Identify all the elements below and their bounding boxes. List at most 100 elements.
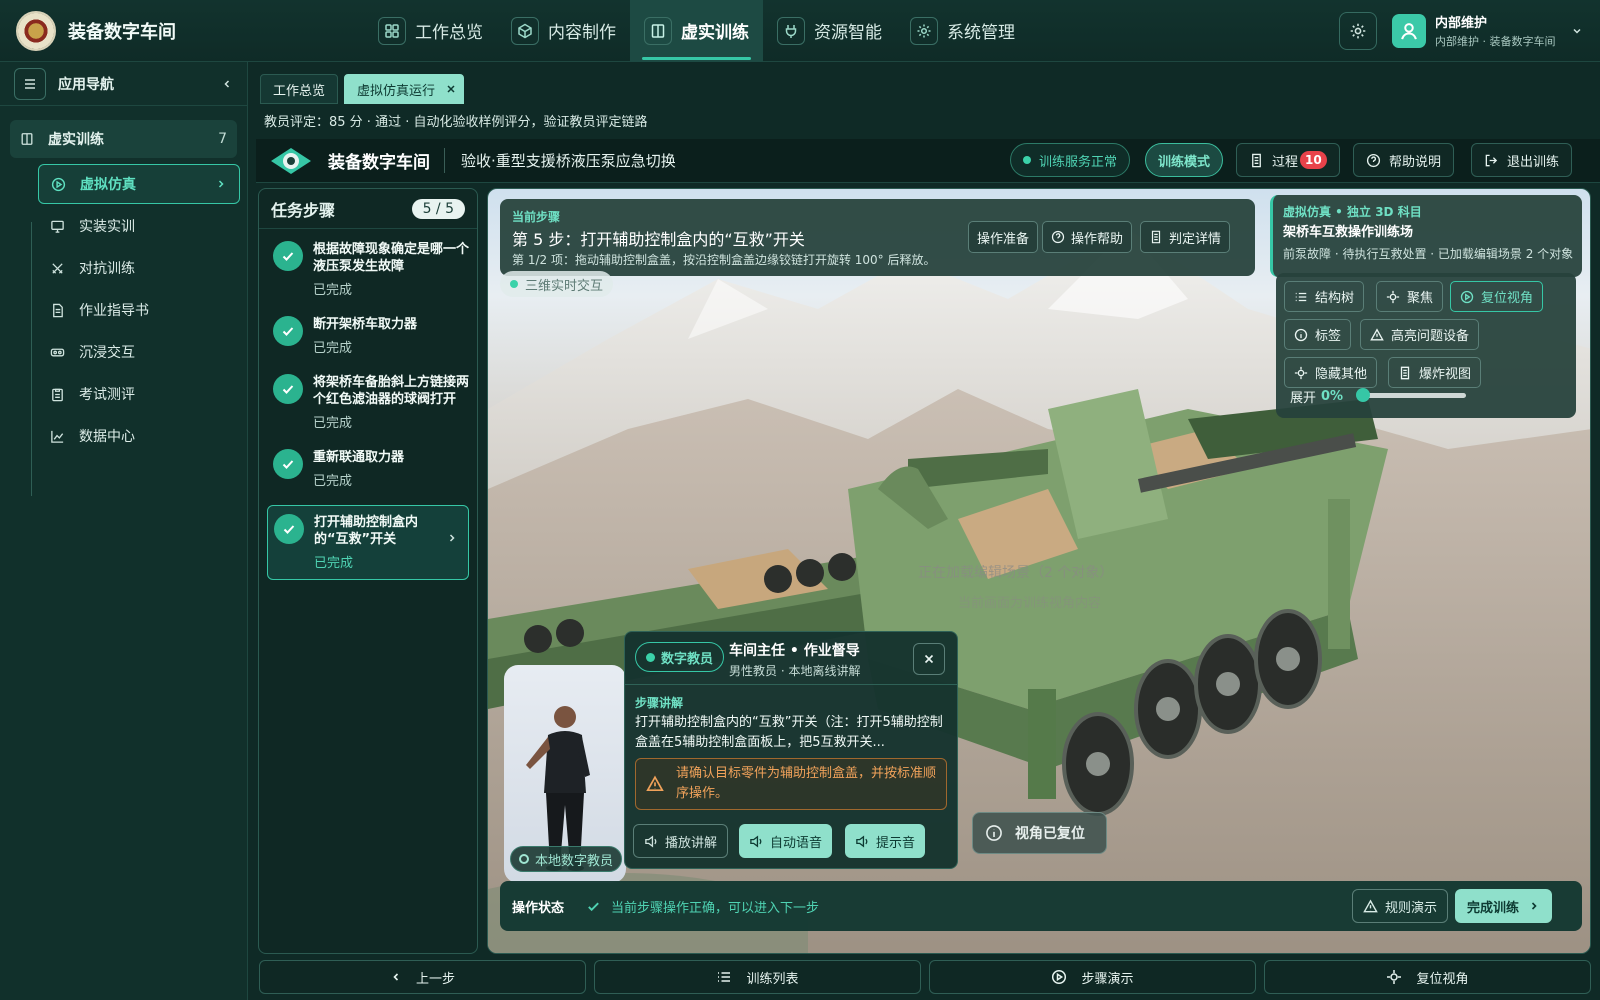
sidebar-group-training[interactable]: 虚实训练 7 (10, 120, 237, 158)
exit-training-button[interactable]: 退出训练 (1471, 143, 1573, 177)
step-item[interactable]: 断开架桥车取力器 已完成 (259, 304, 477, 362)
training-list-button[interactable]: 训练列表 (594, 960, 921, 994)
chevron-left-icon (390, 971, 402, 983)
step-status: 已完成 (313, 474, 353, 489)
rule-demo-button[interactable]: 规则演示 (1352, 889, 1449, 923)
button-label: 操作准备 (977, 231, 1030, 247)
warning-triangle-icon (1370, 327, 1384, 342)
previous-step-button[interactable]: 上一步 (259, 960, 586, 994)
play-circle-icon (1051, 969, 1067, 985)
sidebar-item-exam[interactable]: 考试测评 (38, 374, 240, 414)
tab-label: 虚拟仿真运行 (357, 83, 436, 99)
tab-virtual-sim-run[interactable]: 虚拟仿真运行 (344, 74, 465, 104)
sidebar-item-label: 作业指导书 (79, 303, 149, 319)
digital-teacher-badge: 数字教员 (635, 642, 725, 672)
sidebar-item-data-center[interactable]: 数据中心 (38, 416, 240, 456)
hide-others-button[interactable]: 隐藏其他 (1284, 357, 1378, 388)
training-mode-button[interactable]: 训练模式 (1145, 143, 1224, 177)
steps-title: 任务步骤 (271, 200, 336, 220)
status-dot (510, 280, 518, 288)
grid-icon (378, 16, 406, 45)
list-icon (716, 969, 732, 985)
sidebar-item-immersive[interactable]: 沉浸交互 (38, 332, 240, 372)
document-icon (1149, 230, 1163, 244)
chevron-right-icon (215, 178, 227, 190)
step-explanation-text: 打开辅助控制盒内的“互救”开关（注：打开5辅助控制盒盖在5辅助控制盒面板上，把5… (635, 715, 943, 750)
process-count-badge: 10 (1300, 151, 1327, 169)
operation-prep-button[interactable]: 操作准备 (968, 221, 1039, 253)
check-icon (273, 449, 303, 479)
play-explanation-button[interactable]: 播放讲解 (633, 824, 729, 858)
current-step-panel: 当前步骤 第 5 步：打开辅助控制盒内的“互救”开关 第 1/2 项：拖动辅助控… (500, 199, 1255, 276)
sidebar-item-instruction-book[interactable]: 作业指导书 (38, 290, 240, 330)
sidebar-group-label: 虚实训练 (48, 132, 104, 148)
slider-handle[interactable] (1356, 388, 1370, 402)
info-icon (985, 824, 1003, 842)
close-icon[interactable] (445, 83, 457, 95)
step-explanation-label: 步骤讲解 (635, 696, 684, 710)
sidebar-item-confrontation[interactable]: 对抗训练 (38, 248, 240, 288)
button-label: 聚焦 (1407, 291, 1434, 306)
exploded-view-button[interactable]: 爆炸视图 (1388, 357, 1482, 388)
play-circle-icon (1460, 290, 1474, 304)
brand[interactable]: 装备数字车间 (16, 10, 346, 51)
evaluation-banner: 教员评定：85 分 · 通过 · 自动化验收样例评分，验证教员评定链路 (264, 115, 648, 130)
current-step-label: 当前步骤 (512, 210, 561, 224)
button-label: 标签 (1315, 329, 1342, 344)
judgement-details-button[interactable]: 判定详情 (1140, 221, 1231, 253)
topnav-resources[interactable]: 资源智能 (763, 0, 896, 62)
highlight-issue-button[interactable]: 高亮问题设备 (1360, 319, 1480, 350)
plug-icon (777, 16, 805, 45)
topnav-training[interactable]: 虚实训练 (630, 0, 763, 62)
subject-info-panel: 虚拟仿真 • 独立 3D 科目 架桥车互救操作训练场 前泵故障 · 待执行互救处… (1270, 195, 1582, 277)
check-icon (273, 316, 303, 346)
sidebar-item-virtual-sim[interactable]: 虚拟仿真 (38, 164, 240, 204)
monitor-icon (50, 219, 65, 234)
crosshair-icon (1386, 290, 1400, 304)
process-button[interactable]: 过程 10 (1236, 143, 1340, 177)
3d-viewport[interactable]: 正在加载编辑场景（2 个对象） 当前画面为训练视角内容 当前步骤 第 5 步：打… (487, 188, 1591, 954)
step-text: 打开辅助控制盒内的“互救”开关 (314, 515, 419, 547)
mode-label: 训练模式 (1158, 154, 1211, 170)
step-item[interactable]: 重新联通取力器 已完成 (259, 437, 477, 495)
finish-training-button[interactable]: 完成训练 (1455, 889, 1553, 923)
user-menu[interactable]: 内部维护 内部维护 · 装备数字车间 (1392, 12, 1583, 49)
topnav-content[interactable]: 内容制作 (497, 0, 630, 62)
bottom-reset-view-button[interactable]: 复位视角 (1264, 960, 1591, 994)
button-label: 完成训练 (1467, 900, 1520, 916)
step-item-active[interactable]: 打开辅助控制盒内的“互救”开关已完成 (267, 505, 469, 580)
step-status: 已完成 (313, 341, 353, 356)
check-icon (273, 241, 303, 271)
step-status: 已完成 (314, 556, 354, 571)
topnav-system[interactable]: 系统管理 (896, 0, 1029, 62)
user-subtitle: 内部维护 · 装备数字车间 (1435, 35, 1556, 48)
operation-status-bar: 操作状态 当前步骤操作正确，可以进入下一步 规则演示 完成训练 (500, 881, 1582, 931)
step-demo-button[interactable]: 步骤演示 (929, 960, 1256, 994)
collapse-chevron-icon[interactable] (221, 78, 233, 90)
step-item[interactable]: 根据故障现象确定是哪一个液压泵发生故障 已完成 (259, 229, 477, 304)
menu-toggle-button[interactable] (14, 67, 46, 100)
topnav-label: 工作总览 (415, 23, 483, 43)
sidebar-item-real-training[interactable]: 实装实训 (38, 206, 240, 246)
cube-icon (511, 16, 539, 45)
reset-view-button[interactable]: 复位视角 (1450, 281, 1544, 312)
settings-button[interactable] (1339, 12, 1377, 50)
warning-box: 请确认目标零件为辅助控制盒盖，并按标准顺序操作。 (635, 758, 947, 810)
help-button[interactable]: 帮助说明 (1353, 143, 1455, 177)
labels-button[interactable]: 标签 (1284, 319, 1352, 350)
operation-help-button[interactable]: 操作帮助 (1042, 221, 1133, 253)
close-speech-button[interactable] (913, 643, 945, 675)
expand-slider[interactable] (1356, 388, 1466, 402)
focus-button[interactable]: 聚焦 (1376, 281, 1444, 312)
structure-tree-button[interactable]: 结构树 (1284, 281, 1365, 312)
topnav-overview[interactable]: 工作总览 (364, 0, 497, 62)
hint-sound-button[interactable]: 提示音 (845, 824, 926, 858)
speaker-icon (855, 834, 870, 849)
sidebar-item-label: 虚拟仿真 (80, 177, 136, 193)
steps-header: 任务步骤 5 / 5 (259, 189, 477, 229)
auto-voice-button[interactable]: 自动语音 (739, 824, 833, 858)
tab-overview[interactable]: 工作总览 (260, 74, 339, 104)
sidebar-item-label: 实装实训 (79, 219, 135, 235)
step-item[interactable]: 将架桥车备胎斜上方链接两个红色滤油器的球阀打开 已完成 (259, 362, 477, 437)
button-label: 复位视角 (1481, 291, 1534, 306)
